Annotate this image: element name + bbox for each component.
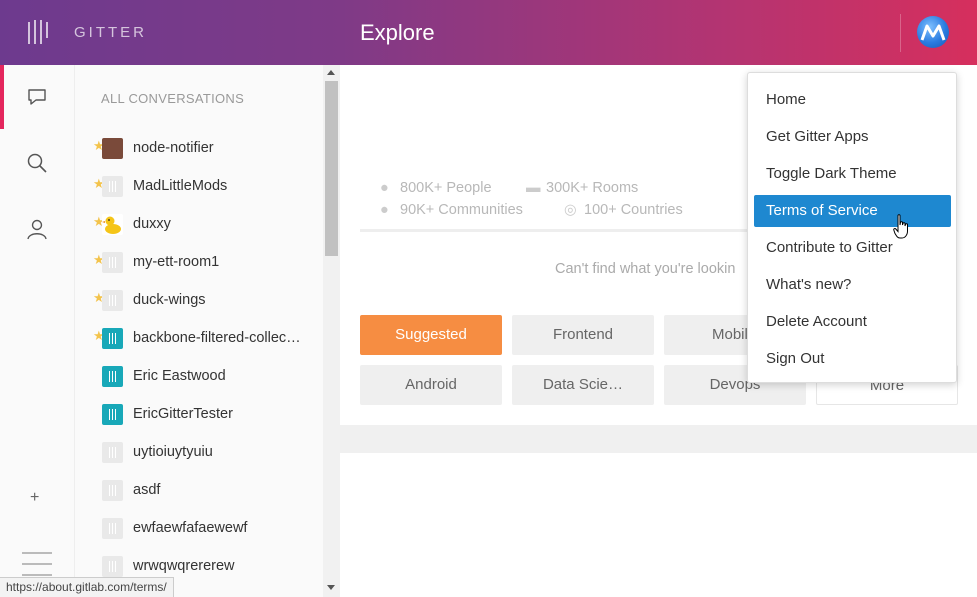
stat-people: ● 800K+ People — [380, 180, 492, 196]
room-avatar — [102, 138, 123, 159]
menu-item-contribute[interactable]: Contribute to Gitter — [754, 232, 951, 264]
room-item[interactable]: Eric Eastwood — [95, 362, 320, 392]
room-avatar — [102, 328, 123, 349]
menu-item-whats-new[interactable]: What's new? — [754, 269, 951, 301]
room-avatar — [102, 176, 123, 197]
top-header: GITTER Explore — [0, 0, 977, 65]
room-avatar — [102, 442, 123, 463]
section-divider-band — [340, 425, 977, 453]
room-item[interactable]: uytioiuytyuiu — [95, 438, 320, 468]
room-name: MadLittleMods — [133, 178, 228, 194]
room-name: duck-wings — [133, 292, 206, 308]
header-divider — [900, 14, 901, 52]
room-item[interactable]: ★ my-ett-room1 — [93, 248, 320, 278]
room-avatar — [102, 480, 123, 501]
conversations-heading: ALL CONVERSATIONS — [101, 91, 245, 106]
room-name: wrwqwqrererew — [133, 558, 235, 574]
chat-bubbles-icon: ▬ — [526, 180, 541, 196]
room-name: uytioiuytyuiu — [133, 444, 213, 460]
room-item[interactable]: ★ duck-wings — [93, 286, 320, 316]
tag-suggested[interactable]: Suggested — [360, 315, 502, 355]
tag-frontend[interactable]: Frontend — [512, 315, 654, 355]
menu-item-get-apps[interactable]: Get Gitter Apps — [754, 121, 951, 153]
scroll-down-icon[interactable] — [327, 585, 335, 590]
menu-item-sign-out[interactable]: Sign Out — [754, 343, 951, 375]
add-room-button[interactable]: + — [30, 489, 39, 507]
room-avatar — [102, 366, 123, 387]
conversation-list: ALL CONVERSATIONS ★ node-notifier ★ MadL… — [75, 65, 323, 597]
stats-divider — [360, 229, 780, 232]
person-icon[interactable] — [25, 217, 49, 241]
stat-countries: ◎ 100+ Countries — [564, 202, 683, 218]
duck-avatar — [102, 214, 123, 235]
room-item[interactable]: EricGitterTester — [95, 400, 320, 430]
room-avatar — [102, 404, 123, 425]
stat-rooms: ▬ 300K+ Rooms — [526, 180, 639, 196]
room-item[interactable]: ewfaewfafaewewf — [95, 514, 320, 544]
room-name: node-notifier — [133, 140, 214, 156]
conversation-scrollbar[interactable] — [323, 65, 340, 597]
room-item[interactable]: ★ duxxy — [93, 210, 320, 240]
user-avatar[interactable] — [917, 16, 949, 48]
status-bar-url: https://about.gitlab.com/terms/ — [0, 577, 174, 597]
room-avatar — [102, 556, 123, 577]
person-icon: ● — [380, 180, 389, 196]
search-icon[interactable] — [25, 151, 49, 175]
room-avatar — [102, 252, 123, 273]
room-name: asdf — [133, 482, 161, 498]
user-dropdown-menu: Home Get Gitter Apps Toggle Dark Theme T… — [747, 72, 957, 383]
menu-item-home[interactable]: Home — [754, 84, 951, 116]
stat-communities: ● 90K+ Communities — [380, 202, 523, 218]
cant-find-text: Can't find what you're lookin — [555, 261, 736, 277]
hand-cursor-icon — [893, 214, 908, 239]
room-name: EricGitterTester — [133, 406, 233, 422]
room-name: duxxy — [133, 216, 171, 232]
room-name: my-ett-room1 — [133, 254, 220, 270]
room-name: backbone-filtered-collec… — [133, 330, 301, 346]
chat-icon[interactable] — [25, 85, 49, 109]
room-name: ewfaewfafaewewf — [133, 520, 248, 536]
menu-item-terms-of-service[interactable]: Terms of Service — [754, 195, 951, 227]
scroll-thumb[interactable] — [325, 81, 338, 256]
menu-item-delete-account[interactable]: Delete Account — [754, 306, 951, 338]
room-name: Eric Eastwood — [133, 368, 226, 384]
menu-item-toggle-dark-theme[interactable]: Toggle Dark Theme — [754, 158, 951, 190]
globe-icon: ◎ — [564, 202, 577, 218]
room-avatar — [102, 518, 123, 539]
scroll-up-icon[interactable] — [327, 70, 335, 75]
left-rail: + — [0, 65, 75, 597]
page-title: Explore — [360, 20, 435, 45]
group-icon: ● — [380, 202, 389, 218]
tag-data-science[interactable]: Data Scie… — [512, 365, 654, 405]
room-item[interactable]: ★ MadLittleMods — [93, 172, 320, 202]
gitter-logo-icon[interactable] — [28, 20, 48, 44]
rail-active-indicator — [0, 65, 4, 129]
room-item[interactable]: ★ backbone-filtered-collec… — [93, 324, 320, 354]
room-item[interactable]: asdf — [95, 476, 320, 506]
room-item[interactable]: ★ node-notifier — [93, 134, 320, 164]
logo-text[interactable]: GITTER — [74, 24, 147, 41]
room-avatar — [102, 290, 123, 311]
tag-android[interactable]: Android — [360, 365, 502, 405]
